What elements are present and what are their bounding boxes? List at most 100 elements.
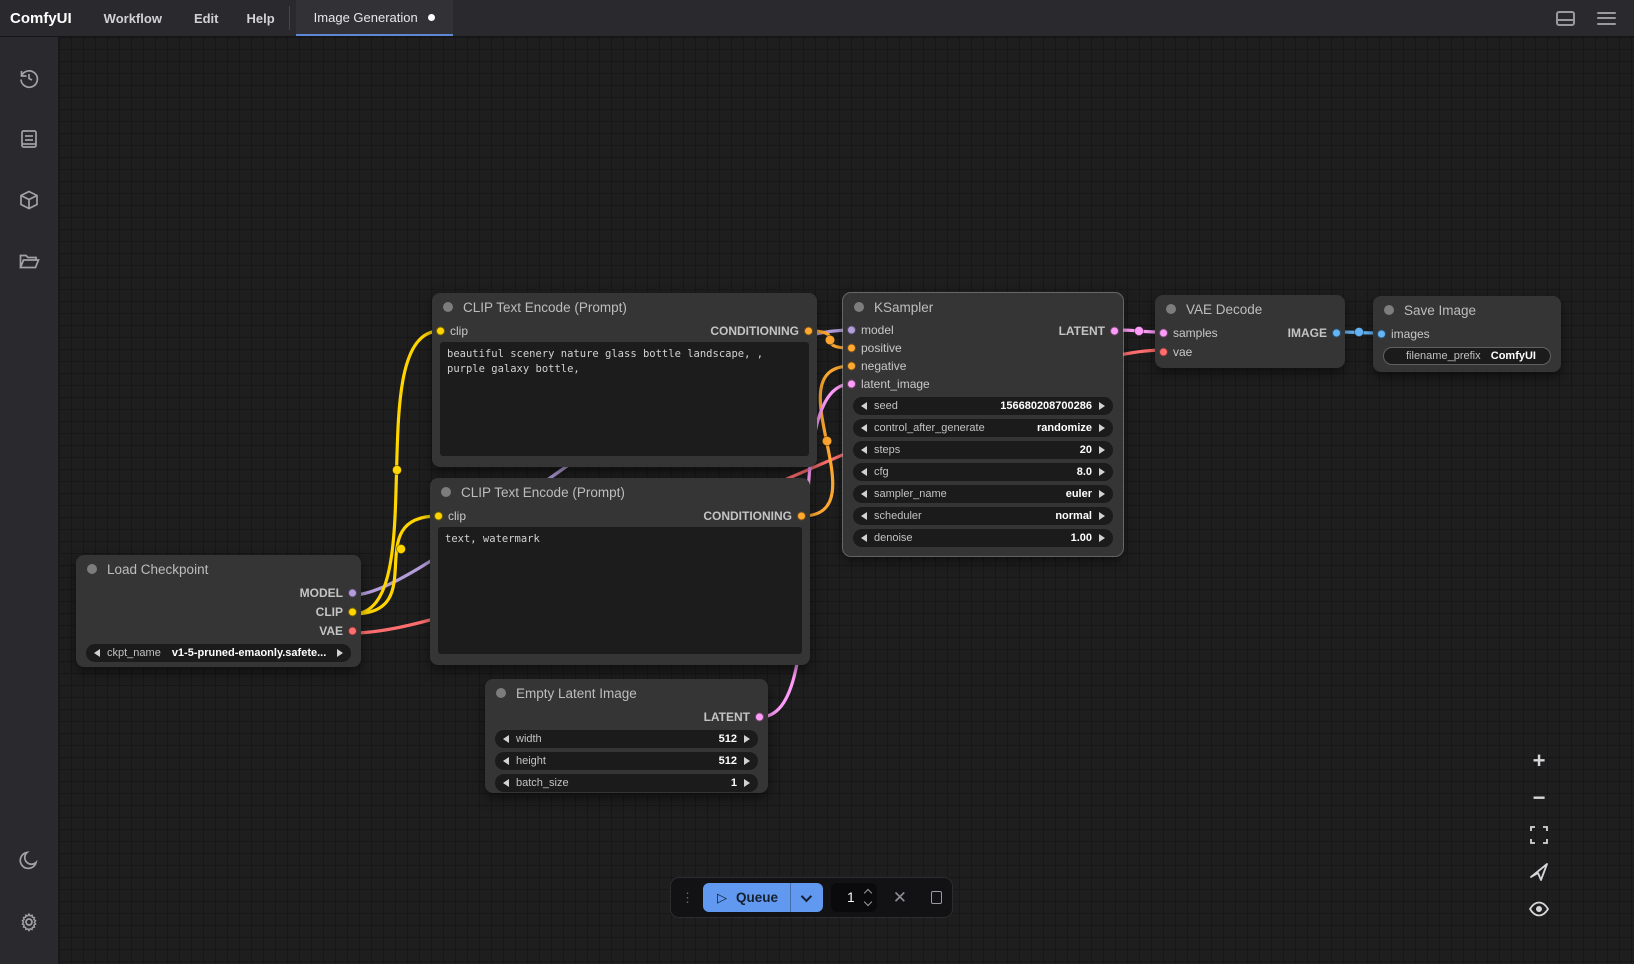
widget-seed[interactable]: seed 156680208700286 xyxy=(853,397,1113,415)
menu-help[interactable]: Help xyxy=(233,0,289,36)
output-dot-clip[interactable] xyxy=(348,607,357,616)
output-dot-latent[interactable] xyxy=(755,712,764,721)
output-dot-conditioning[interactable] xyxy=(797,511,806,520)
widget-ckpt-name[interactable]: ckpt_name v1-5-pruned-emaonly.safete... xyxy=(86,644,351,662)
bottom-panel-icon[interactable] xyxy=(1556,11,1575,26)
input-dot-negative[interactable] xyxy=(847,362,856,371)
node-load-checkpoint[interactable]: Load Checkpoint MODEL CLIP VAE ckpt_name… xyxy=(76,555,361,667)
widget-sampler-name[interactable]: sampler_name euler xyxy=(853,485,1113,503)
increment-arrow-icon[interactable] xyxy=(1099,402,1105,410)
next-option-arrow-icon[interactable] xyxy=(1099,512,1105,520)
input-dot-clip[interactable] xyxy=(434,511,443,520)
next-option-arrow-icon[interactable] xyxy=(1099,490,1105,498)
decrement-arrow-icon[interactable] xyxy=(503,735,509,743)
node-title-bar[interactable]: CLIP Text Encode (Prompt) xyxy=(430,478,810,506)
node-title-bar[interactable]: KSampler xyxy=(843,293,1123,321)
number-stepper[interactable] xyxy=(865,890,871,905)
widget-denoise[interactable]: denoise 1.00 xyxy=(853,529,1113,547)
node-title-bar[interactable]: Empty Latent Image xyxy=(485,679,768,707)
increment-arrow-icon[interactable] xyxy=(1099,468,1105,476)
prompt-textarea[interactable]: text, watermark xyxy=(438,527,802,654)
node-empty-latent-image[interactable]: Empty Latent Image LATENT width 512 heig… xyxy=(485,679,768,793)
node-vae-decode[interactable]: VAE Decode samples IMAGE vae xyxy=(1155,295,1345,368)
collapse-dot-icon[interactable] xyxy=(854,302,864,312)
prompt-textarea[interactable]: beautiful scenery nature glass bottle la… xyxy=(440,342,809,456)
widget-width[interactable]: width 512 xyxy=(495,730,758,748)
zoom-out-icon[interactable]: − xyxy=(1528,787,1550,809)
collapse-dot-icon[interactable] xyxy=(1166,304,1176,314)
node-ksampler[interactable]: KSampler LATENT model positive negative … xyxy=(843,293,1123,556)
output-dot-image[interactable] xyxy=(1332,328,1341,337)
clear-queue-icon[interactable]: ✕ xyxy=(885,888,915,908)
widget-control-after-generate[interactable]: control_after_generate randomize xyxy=(853,419,1113,437)
toggle-link-visibility-icon[interactable] xyxy=(1528,898,1550,920)
tab-image-generation[interactable]: Image Generation xyxy=(296,0,453,36)
collapse-dot-icon[interactable] xyxy=(496,688,506,698)
decrement-arrow-icon[interactable] xyxy=(861,402,867,410)
input-dot-latent-image[interactable] xyxy=(847,380,856,389)
menu-edit[interactable]: Edit xyxy=(180,0,233,36)
decrement-arrow-icon[interactable] xyxy=(861,446,867,454)
input-dot-vae[interactable] xyxy=(1159,347,1168,356)
prev-option-arrow-icon[interactable] xyxy=(861,490,867,498)
output-dot-conditioning[interactable] xyxy=(804,326,813,335)
output-dot-vae[interactable] xyxy=(348,626,357,635)
theme-toggle-moon-icon[interactable] xyxy=(9,840,49,880)
input-dot-model[interactable] xyxy=(847,326,856,335)
node-title-bar[interactable]: Load Checkpoint xyxy=(76,555,361,583)
widget-scheduler[interactable]: scheduler normal xyxy=(853,507,1113,525)
workflow-history-icon[interactable] xyxy=(9,58,49,98)
node-library-icon[interactable] xyxy=(9,180,49,220)
widget-batch-size[interactable]: batch_size 1 xyxy=(495,774,758,792)
menu-workflow[interactable]: Workflow xyxy=(86,0,180,36)
step-down-icon[interactable] xyxy=(864,898,872,906)
step-up-icon[interactable] xyxy=(864,889,872,897)
node-title-bar[interactable]: CLIP Text Encode (Prompt) xyxy=(432,293,817,321)
output-dot-model[interactable] xyxy=(348,588,357,597)
input-dot-clip[interactable] xyxy=(436,326,445,335)
input-dot-positive[interactable] xyxy=(847,344,856,353)
increment-arrow-icon[interactable] xyxy=(1099,446,1105,454)
widget-filename-prefix[interactable]: filename_prefix ComfyUI xyxy=(1383,347,1551,365)
zoom-in-icon[interactable]: + xyxy=(1528,750,1550,772)
increment-arrow-icon[interactable] xyxy=(744,779,750,787)
select-mode-icon[interactable] xyxy=(1528,861,1550,883)
next-option-arrow-icon[interactable] xyxy=(337,649,343,657)
decrement-arrow-icon[interactable] xyxy=(503,757,509,765)
collapse-dot-icon[interactable] xyxy=(87,564,97,574)
batch-count-input[interactable]: 1 xyxy=(831,883,877,912)
increment-arrow-icon[interactable] xyxy=(744,757,750,765)
collapse-dot-icon[interactable] xyxy=(441,487,451,497)
widget-cfg[interactable]: cfg 8.0 xyxy=(853,463,1113,481)
stop-icon[interactable] xyxy=(931,891,942,904)
prev-option-arrow-icon[interactable] xyxy=(94,649,100,657)
chevron-down-icon[interactable] xyxy=(801,890,812,901)
prev-option-arrow-icon[interactable] xyxy=(861,512,867,520)
next-option-arrow-icon[interactable] xyxy=(1099,424,1105,432)
widget-height[interactable]: height 512 xyxy=(495,752,758,770)
decrement-arrow-icon[interactable] xyxy=(503,779,509,787)
queue-button[interactable]: ▷ Queue xyxy=(703,890,790,906)
widget-steps[interactable]: steps 20 xyxy=(853,441,1113,459)
widget-value: 1.00 xyxy=(1071,532,1092,544)
decrement-arrow-icon[interactable] xyxy=(861,534,867,542)
node-clip-text-encode-positive[interactable]: CLIP Text Encode (Prompt) clip CONDITION… xyxy=(432,293,817,467)
fit-view-icon[interactable] xyxy=(1528,824,1550,846)
node-save-image[interactable]: Save Image images filename_prefix ComfyU… xyxy=(1373,296,1561,372)
collapse-dot-icon[interactable] xyxy=(443,302,453,312)
input-dot-images[interactable] xyxy=(1377,329,1386,338)
queue-icon[interactable] xyxy=(9,119,49,159)
workflows-folder-icon[interactable] xyxy=(9,241,49,281)
input-dot-samples[interactable] xyxy=(1159,328,1168,337)
prev-option-arrow-icon[interactable] xyxy=(861,424,867,432)
drag-handle-icon[interactable]: ⋮ xyxy=(681,893,695,903)
node-title-bar[interactable]: VAE Decode xyxy=(1155,295,1345,323)
settings-gear-icon[interactable] xyxy=(9,902,49,942)
node-title-bar[interactable]: Save Image xyxy=(1373,296,1561,324)
node-clip-text-encode-negative[interactable]: CLIP Text Encode (Prompt) clip CONDITION… xyxy=(430,478,810,665)
decrement-arrow-icon[interactable] xyxy=(861,468,867,476)
increment-arrow-icon[interactable] xyxy=(744,735,750,743)
collapse-dot-icon[interactable] xyxy=(1384,305,1394,315)
hamburger-menu-icon[interactable] xyxy=(1597,12,1616,25)
increment-arrow-icon[interactable] xyxy=(1099,534,1105,542)
